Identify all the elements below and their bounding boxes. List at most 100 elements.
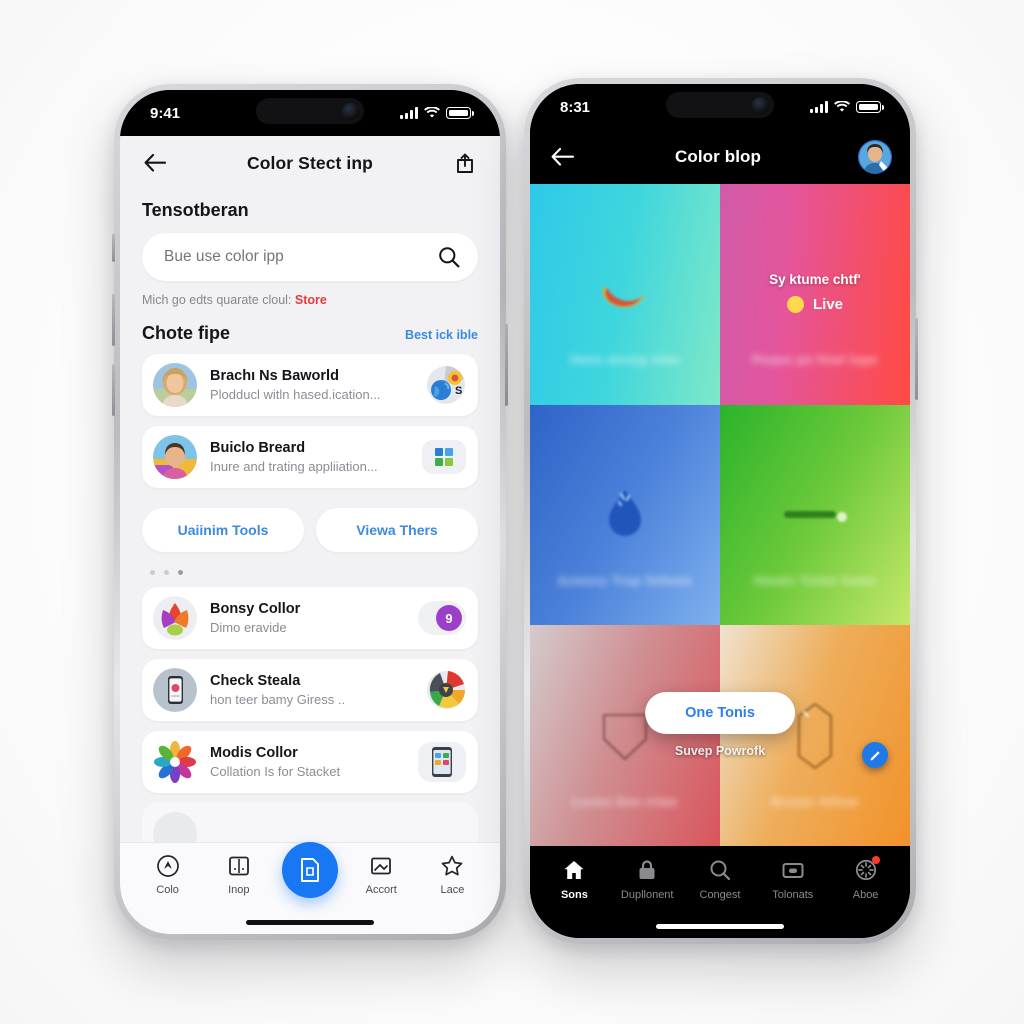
list-item[interactable]: Modis Collor Collation Is for Stacket (142, 731, 478, 793)
color-grid: Hens atviop bibe Sy ktume chtf' Live Poa… (530, 184, 910, 846)
cta-subtitle: Suvep Powrofk (674, 744, 766, 758)
grid-cell[interactable]: Hmaln Tinlot Swim (720, 404, 910, 626)
cta-button[interactable]: One Tonis (645, 692, 795, 734)
tab-aboe[interactable]: Aboe (829, 856, 902, 901)
list-item[interactable]: Buiclo Breard Inure and trating appliiat… (142, 426, 478, 488)
water-drop-blob (609, 489, 641, 536)
left-status-time: 9:41 (150, 104, 181, 122)
profile-avatar[interactable] (858, 140, 892, 174)
colorful-petals-avatar (153, 596, 197, 640)
left-phone-mute-button[interactable] (112, 234, 115, 262)
note-line: Mich go edts quarate cloul: Store (120, 281, 500, 307)
left-phone-volume-down-button[interactable] (112, 364, 115, 416)
globe-chat-badge-icon[interactable]: S (426, 365, 466, 405)
book-open-icon (228, 856, 249, 876)
tab-sons[interactable]: Sons (538, 858, 611, 901)
hexagon-outline-blob (797, 702, 833, 769)
search-input[interactable] (164, 248, 428, 266)
right-phone-screen: 8:31 Color blop Hens atviop bibe Sy ktum… (530, 84, 910, 938)
tab-tolonats[interactable]: Tolonats (756, 858, 829, 901)
purple-circle-badge-icon[interactable]: 9 (418, 601, 466, 635)
battery-icon (856, 101, 881, 113)
list-item-subtitle: Inure and trating appliiation... (210, 458, 378, 474)
list-item[interactable] (142, 803, 478, 842)
tab-colo[interactable]: Colo (132, 854, 203, 896)
share-upload-icon[interactable] (450, 148, 480, 178)
tab-label: Lace (440, 884, 465, 896)
list-item-text: Brachı Ns Baworld Plodducl witln hased.i… (210, 367, 413, 403)
document-scan-fab-icon[interactable] (282, 842, 338, 898)
page-dot[interactable] (164, 570, 169, 575)
cellular-bars-icon (810, 101, 828, 113)
edit-pencil-icon[interactable] (862, 742, 888, 768)
list-item-title: Brachı Ns Baworld (210, 367, 339, 384)
live-badge: Sy ktume chtf' Live (720, 272, 910, 318)
grid-cell[interactable]: Sy ktume chtf' Live Poaes pn finel lupe (720, 184, 910, 405)
right-phone-power-button[interactable] (915, 318, 918, 400)
tab-dupllonent[interactable]: Dupllonent (611, 858, 684, 901)
grid-cell[interactable]: Hens atviop bibe (530, 184, 720, 405)
left-status-bar: 9:41 (120, 90, 500, 136)
right-tab-bar: Sons Dupllonent Congest Tolonats Aboe (530, 846, 910, 938)
section-link[interactable]: Best ick ible (405, 328, 478, 342)
page-title: Color blop (675, 147, 761, 166)
right-status-bar: 8:31 (530, 84, 910, 130)
right-status-indicators (810, 101, 884, 113)
list-item-subtitle: Dimo eravide (210, 619, 287, 635)
list-item-title: Bonsy Collor (210, 600, 301, 617)
tab-label: Colo (156, 884, 179, 896)
back-arrow-icon[interactable] (548, 142, 578, 172)
tools-button[interactable]: Uaiinim Tools (142, 508, 304, 552)
store-link[interactable]: Store (295, 293, 327, 307)
tab-label: Sons (560, 889, 588, 901)
live-row: Live (786, 296, 843, 314)
banana-crescent-blob (602, 286, 645, 308)
search-icon[interactable] (438, 246, 460, 268)
rainbow-flower-avatar (153, 740, 197, 784)
front-camera-icon (752, 96, 769, 114)
action-button-row: Uaiinim Tools Viewa Thers (142, 498, 478, 552)
home-indicator[interactable] (246, 920, 374, 925)
lock-icon (639, 860, 655, 879)
app-screen-icon[interactable] (418, 742, 466, 782)
compass-circle-icon (156, 855, 179, 877)
view-others-button[interactable]: Viewa Thers (316, 508, 478, 552)
left-phone-screen: 9:41 Color Stect inp Tensotberan Bue use… (120, 90, 500, 934)
list-item[interactable]: Check Steala hon teer bamy Giress .. (142, 659, 478, 721)
grid-cell-caption: Luves tlon rriwe (571, 793, 679, 809)
overlay-cta-group: One Tonis Suvep Powrofk (645, 692, 795, 758)
tab-congest[interactable]: Congest (684, 858, 757, 901)
left-phone-power-button[interactable] (505, 324, 508, 406)
tab-label: Accort (365, 884, 397, 896)
right-screen-body: Color blop Hens atviop bibe Sy ktume cht… (530, 130, 910, 938)
back-arrow-icon[interactable] (140, 148, 170, 178)
list-item[interactable]: Bonsy Collor Dimo eravide 9 (142, 587, 478, 649)
list-item[interactable]: Brachı Ns Baworld Plodducl witln hased.i… (142, 354, 478, 416)
grid-cell-caption: Brzzac fellow (771, 793, 859, 809)
tab-inop[interactable]: Inop (203, 854, 274, 896)
live-title: Sy ktume chtf' (769, 272, 861, 288)
color-wheel-icon[interactable] (426, 670, 466, 710)
page-dot[interactable] (150, 570, 155, 575)
home-indicator[interactable] (656, 924, 784, 929)
left-phone-volume-up-button[interactable] (112, 294, 115, 346)
list-item-text: Modis Collor Collation Is for Stacket (210, 744, 405, 780)
right-navbar: Color blop (530, 130, 910, 184)
grid-squares-icon[interactable] (422, 440, 466, 474)
tab-accort[interactable]: Accort (346, 854, 417, 896)
tab-scan-fab[interactable] (274, 842, 345, 915)
wifi-icon (834, 101, 850, 112)
list-item-title: Check Steala (210, 672, 301, 689)
page-dot-active[interactable] (178, 570, 183, 575)
tab-label: Congest (699, 889, 741, 901)
grid-cell-caption: Hens atviop bibe (569, 352, 681, 368)
cellular-bars-icon (400, 107, 418, 119)
search-box[interactable] (142, 233, 478, 281)
list-item-title: Modis Collor (210, 744, 298, 761)
list-item-text: Check Steala hon teer bamy Giress .. (210, 672, 413, 708)
list-item-subtitle: hon teer bamy Giress .. (210, 691, 346, 707)
left-navbar: Color Stect inp (120, 136, 500, 190)
grid-cell[interactable]: Azmory Trop fellows (530, 404, 720, 626)
tab-lace[interactable]: Lace (417, 854, 488, 896)
note-text: Mich go edts quarate cloul: (142, 293, 292, 307)
